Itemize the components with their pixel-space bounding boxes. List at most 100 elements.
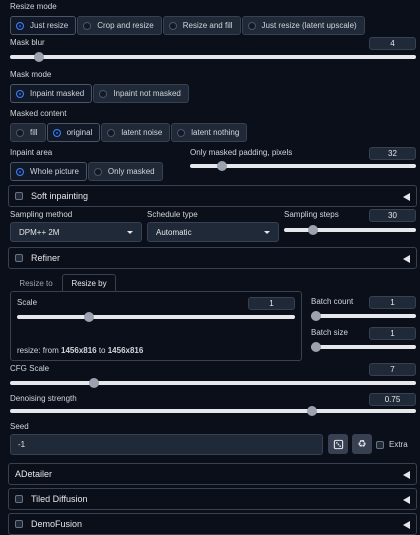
radio-inpaint-masked[interactable]: Inpaint masked — [10, 84, 93, 103]
batch-count-slider[interactable] — [311, 311, 416, 321]
radio-dot — [99, 89, 108, 98]
radio-dot — [16, 21, 24, 30]
only-masked-padding-label: Only masked padding, pixels — [190, 148, 293, 157]
denoising-strength-label: Denoising strength — [10, 394, 77, 403]
schedule-type-label: Schedule type — [147, 210, 198, 219]
batch-count-label: Batch count — [311, 297, 354, 306]
sampling-method-value: DPM++ 2M — [19, 227, 60, 237]
collapse-arrow-icon[interactable] — [403, 255, 410, 263]
refiner-accordion[interactable]: Refiner — [8, 247, 417, 269]
cfg-scale-label: CFG Scale — [10, 364, 50, 373]
demofusion-accordion[interactable]: DemoFusion — [8, 513, 417, 535]
radio-dot — [52, 128, 61, 137]
soft-inpainting-accordion[interactable]: Soft inpainting — [8, 185, 417, 207]
only-masked-padding-number[interactable]: 32 — [369, 147, 416, 160]
denoising-strength-number[interactable]: 0.75 — [369, 393, 416, 406]
collapse-arrow-icon[interactable] — [403, 471, 410, 479]
resize-info: resize: from 1456x816 to 1456x816 — [17, 346, 144, 355]
radio-dot — [16, 89, 24, 98]
schedule-type-dropdown[interactable]: Automatic — [147, 222, 279, 242]
sampling-steps-slider[interactable] — [284, 225, 416, 235]
extra-checkbox[interactable] — [376, 441, 384, 449]
slider-thumb[interactable] — [308, 225, 319, 235]
radio-resize-and-fill[interactable]: Resize and fill — [162, 16, 241, 35]
masked-content-group: fill original latent noise latent nothin… — [10, 123, 248, 142]
extra-label: Extra — [389, 440, 408, 449]
radio-whole-picture[interactable]: Whole picture — [10, 162, 87, 181]
collapse-arrow-icon[interactable] — [403, 521, 410, 529]
collapse-arrow-icon[interactable] — [403, 193, 410, 201]
denoising-strength-slider[interactable] — [10, 406, 416, 416]
slider-thumb[interactable] — [307, 406, 317, 416]
radio-original[interactable]: original — [46, 123, 101, 142]
slider-thumb[interactable] — [311, 342, 321, 352]
radio-dot — [16, 128, 24, 137]
tiled-diffusion-title: Tiled Diffusion — [31, 494, 88, 504]
radio-fill[interactable]: fill — [10, 123, 46, 142]
radio-dot — [168, 21, 177, 30]
soft-inpainting-checkbox[interactable] — [15, 192, 23, 200]
radio-dot — [247, 21, 256, 30]
radio-only-masked[interactable]: Only masked — [87, 162, 163, 181]
schedule-type-value: Automatic — [156, 227, 192, 237]
dice-icon — [333, 439, 343, 449]
batch-count-number[interactable]: 1 — [369, 296, 416, 309]
slider-thumb[interactable] — [84, 312, 94, 322]
radio-inpaint-not-masked[interactable]: Inpaint not masked — [93, 84, 189, 103]
cfg-scale-slider[interactable] — [10, 378, 416, 388]
demofusion-checkbox[interactable] — [15, 520, 23, 528]
radio-dot — [83, 21, 92, 30]
soft-inpainting-title: Soft inpainting — [31, 191, 89, 201]
sampling-method-label: Sampling method — [10, 210, 73, 219]
adetailer-title: ADetailer — [15, 469, 53, 479]
tab-resize-to[interactable]: Resize to — [12, 274, 60, 292]
slider-thumb[interactable] — [217, 161, 227, 171]
demofusion-title: DemoFusion — [31, 519, 83, 529]
radio-latent-noise[interactable]: latent noise — [101, 123, 171, 142]
dice-button[interactable] — [328, 434, 348, 454]
collapse-arrow-icon[interactable] — [403, 496, 410, 504]
scale-label: Scale — [17, 298, 38, 307]
refiner-title: Refiner — [31, 253, 61, 263]
scale-slider[interactable] — [17, 312, 295, 322]
cfg-scale-number[interactable]: 7 — [369, 363, 416, 376]
seed-label: Seed — [10, 422, 29, 431]
chevron-down-icon — [127, 231, 133, 234]
tab-resize-by[interactable]: Resize by — [62, 274, 116, 292]
radio-crop-and-resize[interactable]: Crop and resize — [77, 16, 162, 35]
mask-blur-number[interactable]: 4 — [369, 37, 416, 50]
tiled-diffusion-accordion[interactable]: Tiled Diffusion — [8, 488, 417, 510]
mask-blur-slider[interactable] — [10, 52, 416, 62]
sampling-steps-label: Sampling steps — [284, 210, 339, 219]
sampling-method-dropdown[interactable]: DPM++ 2M — [10, 222, 142, 242]
inpaint-area-group: Whole picture Only masked — [10, 162, 164, 181]
slider-thumb[interactable] — [311, 311, 321, 321]
inpaint-area-label: Inpaint area — [10, 148, 53, 157]
batch-size-number[interactable]: 1 — [369, 327, 416, 340]
mask-mode-group: Inpaint masked Inpaint not masked — [10, 84, 190, 103]
radio-just-resize-latent[interactable]: Just resize (latent upscale) — [241, 16, 365, 35]
adetailer-accordion[interactable]: ADetailer — [8, 463, 417, 485]
radio-dot — [16, 167, 24, 176]
reuse-seed-button[interactable]: ♻ — [352, 434, 372, 454]
recycle-icon: ♻ — [357, 438, 367, 450]
scale-number[interactable]: 1 — [248, 297, 295, 310]
batch-size-label: Batch size — [311, 328, 348, 337]
radio-dot — [177, 128, 186, 137]
resize-mode-group: Just resize Crop and resize Resize and f… — [10, 16, 366, 35]
radio-just-resize[interactable]: Just resize — [10, 16, 77, 35]
seed-input[interactable]: -1 — [10, 434, 323, 455]
mask-mode-label: Mask mode — [10, 70, 52, 79]
slider-thumb[interactable] — [89, 378, 100, 388]
radio-dot — [107, 128, 116, 137]
slider-thumb[interactable] — [33, 52, 44, 62]
refiner-checkbox[interactable] — [15, 254, 23, 262]
radio-dot — [93, 167, 102, 176]
only-masked-padding-slider[interactable] — [190, 161, 416, 171]
masked-content-label: Masked content — [10, 109, 67, 118]
radio-latent-nothing[interactable]: latent nothing — [171, 123, 248, 142]
tiled-diffusion-checkbox[interactable] — [15, 495, 23, 503]
batch-size-slider[interactable] — [311, 342, 416, 352]
mask-blur-label: Mask blur — [10, 38, 45, 47]
sampling-steps-number[interactable]: 30 — [369, 209, 416, 222]
